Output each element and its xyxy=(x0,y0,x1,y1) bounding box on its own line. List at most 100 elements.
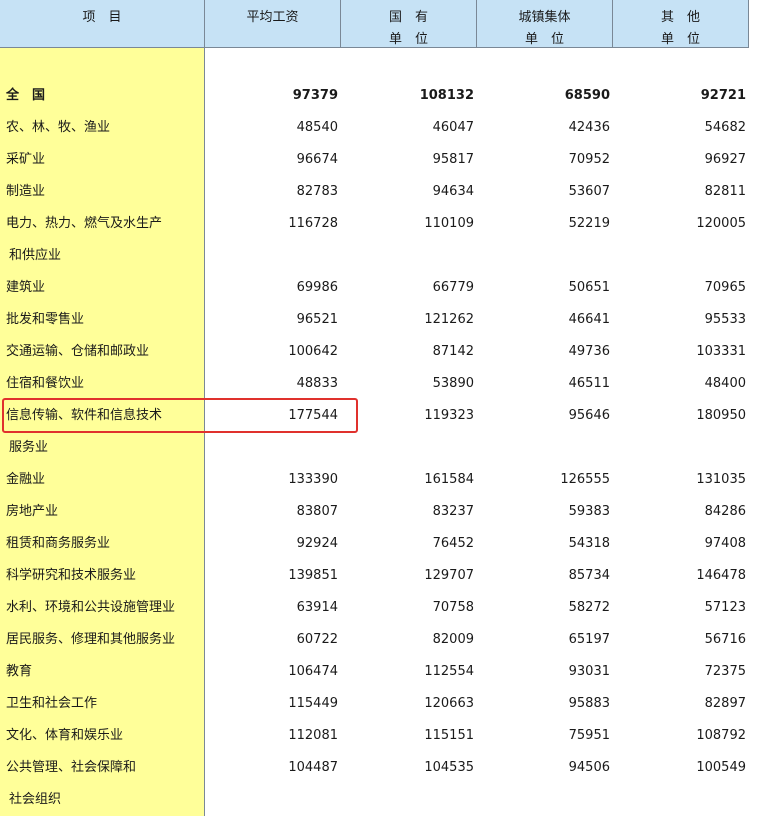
avg-wage-cell: 83807 xyxy=(296,504,338,519)
table-row: 教育 106474 112554 93031 72375 xyxy=(0,656,750,688)
table-row: 采矿业 96674 95817 70952 96927 xyxy=(0,144,750,176)
row-label: 卫生和社会工作 xyxy=(6,696,98,711)
row-label: 住宿和餐饮业 xyxy=(6,376,85,391)
urban-collective-cell: 49736 xyxy=(568,344,610,359)
urban-collective-cell: 52219 xyxy=(568,216,610,231)
avg-wage-cell: 60722 xyxy=(296,632,338,647)
urban-collective-cell: 53607 xyxy=(568,184,610,199)
avg-wage-cell: 116728 xyxy=(288,216,338,231)
other-cell: 100549 xyxy=(696,760,746,775)
avg-wage-cell: 139851 xyxy=(288,568,338,583)
row-label: 农、林、牧、渔业 xyxy=(6,120,111,135)
table-row: 服务业 xyxy=(0,432,750,464)
other-cell: 70965 xyxy=(704,280,746,295)
state-owned-cell: 112554 xyxy=(424,664,474,679)
urban-collective-cell: 50651 xyxy=(568,280,610,295)
other-cell: 146478 xyxy=(696,568,746,583)
urban-collective-cell: 70952 xyxy=(568,152,610,167)
state-owned-cell: 115151 xyxy=(424,728,474,743)
state-owned-cell: 110109 xyxy=(424,216,474,231)
table-row: 社会组织 xyxy=(0,784,750,816)
header-other: 其 他 单 位 xyxy=(613,0,749,48)
urban-collective-cell: 46511 xyxy=(568,376,610,391)
other-cell: 48400 xyxy=(704,376,746,391)
state-owned-cell: 70758 xyxy=(432,600,474,615)
row-label: 房地产业 xyxy=(6,504,59,519)
row-label: 水利、环境和公共设施管理业 xyxy=(6,600,176,615)
state-owned-cell: 121262 xyxy=(424,312,474,327)
row-label: 文化、体育和娱乐业 xyxy=(6,728,124,743)
avg-wage-cell: 48540 xyxy=(296,120,338,135)
urban-collective-cell: 85734 xyxy=(568,568,610,583)
table-row: 房地产业 83807 83237 59383 84286 xyxy=(0,496,750,528)
avg-wage-cell: 104487 xyxy=(288,760,338,775)
urban-collective-cell: 54318 xyxy=(568,536,610,551)
urban-collective-cell: 58272 xyxy=(568,600,610,615)
highlight-box xyxy=(2,398,358,433)
avg-wage-cell: 115449 xyxy=(288,696,338,711)
wage-table: 项 目 平均工资 国 有 单 位 城镇集体 单 位 其 他 单 位 全 国 973… xyxy=(0,0,760,816)
avg-wage-cell: 106474 xyxy=(288,664,338,679)
urban-collective-cell: 93031 xyxy=(568,664,610,679)
header-item-label: 项 目 xyxy=(82,10,122,25)
table-row: 金融业 133390 161584 126555 131035 xyxy=(0,464,750,496)
table-row: 批发和零售业 96521 121262 46641 95533 xyxy=(0,304,750,336)
other-cell: 82897 xyxy=(704,696,746,711)
state-owned-cell: 87142 xyxy=(432,344,474,359)
avg-wage-cell: 69986 xyxy=(296,280,338,295)
avg-wage-cell: 133390 xyxy=(288,472,338,487)
other-cell: 72375 xyxy=(704,664,746,679)
urban-collective-cell: 95646 xyxy=(568,408,610,423)
other-cell: 56716 xyxy=(704,632,746,647)
table-row: 和供应业 xyxy=(0,240,750,272)
header-avg-wage-label: 平均工资 xyxy=(246,10,299,25)
other-cell: 54682 xyxy=(704,120,746,135)
state-owned-cell: 120663 xyxy=(424,696,474,711)
header-state-owned-line2: 单 位 xyxy=(388,32,428,47)
row-label: 建筑业 xyxy=(6,280,46,295)
row-label: 服务业 xyxy=(9,440,49,455)
header-state-owned-line1: 国 有 xyxy=(388,10,428,25)
other-cell: 96927 xyxy=(704,152,746,167)
row-label: 社会组织 xyxy=(9,792,62,807)
table-row: 文化、体育和娱乐业 112081 115151 75951 108792 xyxy=(0,720,750,752)
row-label: 电力、热力、燃气及水生产 xyxy=(6,216,163,231)
state-owned-cell: 129707 xyxy=(424,568,474,583)
other-cell: 82811 xyxy=(704,184,746,199)
other-cell: 108792 xyxy=(696,728,746,743)
other-cell: 57123 xyxy=(704,600,746,615)
row-label: 批发和零售业 xyxy=(6,312,85,327)
state-owned-cell: 82009 xyxy=(432,632,474,647)
header-other-line1: 其 他 xyxy=(660,10,700,25)
row-label: 全 国 xyxy=(6,88,46,103)
urban-collective-cell: 95883 xyxy=(568,696,610,711)
header-urban-collective-line2: 单 位 xyxy=(524,32,564,47)
table-row: 建筑业 69986 66779 50651 70965 xyxy=(0,272,750,304)
state-owned-cell: 95817 xyxy=(432,152,474,167)
table-row: 租赁和商务服务业 92924 76452 54318 97408 xyxy=(0,528,750,560)
urban-collective-cell: 126555 xyxy=(560,472,610,487)
other-cell: 131035 xyxy=(696,472,746,487)
state-owned-cell: 119323 xyxy=(424,408,474,423)
state-owned-cell: 76452 xyxy=(432,536,474,551)
urban-collective-cell: 94506 xyxy=(568,760,610,775)
other-cell: 180950 xyxy=(696,408,746,423)
table-row: 交通运输、仓储和邮政业 100642 87142 49736 103331 xyxy=(0,336,750,368)
table-row: 电力、热力、燃气及水生产 116728 110109 52219 120005 xyxy=(0,208,750,240)
header-other-line2: 单 位 xyxy=(660,32,700,47)
avg-wage-cell: 82783 xyxy=(296,184,338,199)
row-label: 租赁和商务服务业 xyxy=(6,536,111,551)
state-owned-cell: 161584 xyxy=(424,472,474,487)
urban-collective-cell: 68590 xyxy=(564,88,610,103)
header-urban-collective-line1: 城镇集体 xyxy=(518,10,571,25)
row-label: 科学研究和技术服务业 xyxy=(6,568,137,583)
table-row: 科学研究和技术服务业 139851 129707 85734 146478 xyxy=(0,560,750,592)
state-owned-cell: 94634 xyxy=(432,184,474,199)
header-urban-collective: 城镇集体 单 位 xyxy=(477,0,613,48)
avg-wage-cell: 96521 xyxy=(296,312,338,327)
row-label: 公共管理、社会保障和 xyxy=(6,760,137,775)
urban-collective-cell: 65197 xyxy=(568,632,610,647)
other-cell: 84286 xyxy=(704,504,746,519)
other-cell: 103331 xyxy=(696,344,746,359)
table-row: 水利、环境和公共设施管理业 63914 70758 58272 57123 xyxy=(0,592,750,624)
